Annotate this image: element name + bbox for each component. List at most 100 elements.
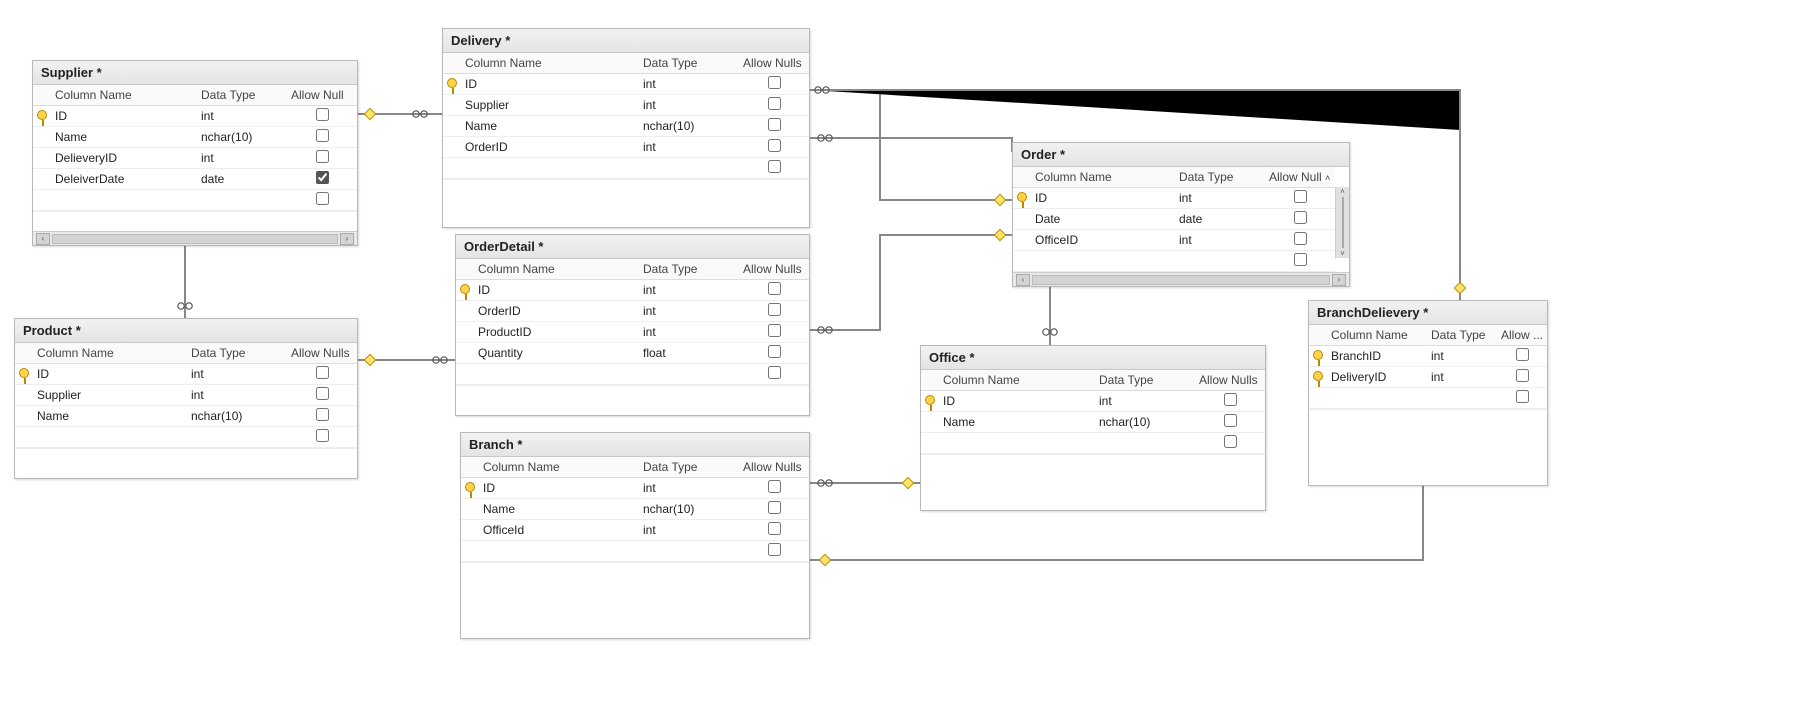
scroll-left-icon[interactable]: ‹ bbox=[1016, 274, 1030, 286]
table-office[interactable]: Office * Column Name Data Type Allow Nul… bbox=[920, 345, 1266, 511]
table-branchdelivery[interactable]: BranchDelievery * Column Name Data Type … bbox=[1308, 300, 1548, 486]
table-order[interactable]: Order * Column Name Data Type Allow Null… bbox=[1012, 142, 1350, 287]
empty-row[interactable] bbox=[1013, 251, 1335, 272]
col-header-type: Data Type bbox=[639, 53, 739, 74]
allow-nulls-checkbox[interactable] bbox=[768, 76, 781, 89]
table-delivery[interactable]: Delivery * Column Name Data Type Allow N… bbox=[442, 28, 810, 228]
empty-row[interactable] bbox=[15, 427, 357, 448]
table-orderdetail[interactable]: OrderDetail * Column Name Data Type Allo… bbox=[455, 234, 810, 416]
allow-nulls-checkbox[interactable] bbox=[768, 345, 781, 358]
column-row[interactable]: IDint bbox=[461, 478, 809, 499]
allow-nulls-checkbox[interactable] bbox=[1294, 232, 1307, 245]
table-title[interactable]: Branch * bbox=[461, 433, 809, 457]
empty-row[interactable] bbox=[921, 433, 1265, 454]
allow-nulls-checkbox[interactable] bbox=[1224, 393, 1237, 406]
table-title[interactable]: Supplier * bbox=[33, 61, 357, 85]
allow-nulls-checkbox[interactable] bbox=[316, 108, 329, 121]
column-row[interactable]: Quantityfloat bbox=[456, 343, 809, 364]
table-title[interactable]: BranchDelievery * bbox=[1309, 301, 1547, 325]
allow-nulls-cell bbox=[739, 74, 809, 95]
column-row[interactable]: OfficeIDint bbox=[1013, 230, 1335, 251]
column-row[interactable]: Namenchar(10) bbox=[921, 412, 1265, 433]
empty-row[interactable] bbox=[33, 190, 357, 211]
column-row[interactable]: Supplierint bbox=[15, 385, 357, 406]
allow-nulls-checkbox[interactable] bbox=[316, 129, 329, 142]
allow-nulls-checkbox[interactable] bbox=[316, 192, 329, 205]
horizontal-scrollbar[interactable]: ‹ › bbox=[33, 231, 357, 245]
allow-nulls-checkbox[interactable] bbox=[316, 387, 329, 400]
table-supplier[interactable]: Supplier * Column Name Data Type Allow N… bbox=[32, 60, 358, 246]
allow-nulls-checkbox[interactable] bbox=[1294, 211, 1307, 224]
allow-nulls-checkbox[interactable] bbox=[768, 366, 781, 379]
allow-nulls-checkbox[interactable] bbox=[768, 282, 781, 295]
column-row[interactable]: IDint bbox=[1013, 188, 1335, 209]
primary-key-cell bbox=[443, 137, 461, 158]
allow-nulls-checkbox[interactable] bbox=[768, 324, 781, 337]
allow-nulls-checkbox[interactable] bbox=[768, 139, 781, 152]
allow-nulls-checkbox[interactable] bbox=[1224, 414, 1237, 427]
table-title[interactable]: OrderDetail * bbox=[456, 235, 809, 259]
column-row[interactable]: Datedate bbox=[1013, 209, 1335, 230]
allow-nulls-checkbox[interactable] bbox=[1516, 390, 1529, 403]
vertical-scrollbar[interactable]: ˄˅ bbox=[1335, 187, 1349, 258]
column-row[interactable]: IDint bbox=[921, 391, 1265, 412]
column-row[interactable]: Namenchar(10) bbox=[443, 116, 809, 137]
allow-nulls-checkbox[interactable] bbox=[768, 303, 781, 316]
column-row[interactable]: Namenchar(10) bbox=[33, 127, 357, 148]
empty-row[interactable] bbox=[456, 364, 809, 385]
table-title[interactable]: Delivery * bbox=[443, 29, 809, 53]
allow-nulls-checkbox[interactable] bbox=[316, 150, 329, 163]
empty-row[interactable] bbox=[1309, 388, 1547, 409]
column-row[interactable]: Namenchar(10) bbox=[461, 499, 809, 520]
column-row[interactable]: IDint bbox=[443, 74, 809, 95]
table-branch[interactable]: Branch * Column Name Data Type Allow Nul… bbox=[460, 432, 810, 639]
column-row[interactable]: DeleiverDatedate bbox=[33, 169, 357, 190]
col-header-name: Column Name bbox=[33, 343, 187, 364]
allow-nulls-checkbox[interactable] bbox=[316, 429, 329, 442]
column-row[interactable]: ProductIDint bbox=[456, 322, 809, 343]
column-name: Name bbox=[33, 406, 187, 427]
column-row[interactable]: IDint bbox=[15, 364, 357, 385]
allow-nulls-checkbox[interactable] bbox=[1516, 369, 1529, 382]
allow-nulls-checkbox[interactable] bbox=[1224, 435, 1237, 448]
allow-nulls-checkbox[interactable] bbox=[768, 480, 781, 493]
column-type: date bbox=[197, 169, 287, 190]
allow-nulls-checkbox[interactable] bbox=[768, 501, 781, 514]
column-type: int bbox=[639, 322, 739, 343]
allow-nulls-checkbox[interactable] bbox=[1516, 348, 1529, 361]
column-row[interactable]: IDint bbox=[33, 106, 357, 127]
allow-nulls-checkbox[interactable] bbox=[768, 118, 781, 131]
allow-nulls-checkbox[interactable] bbox=[1294, 190, 1307, 203]
allow-nulls-checkbox[interactable] bbox=[316, 366, 329, 379]
column-row[interactable]: DelieveryIDint bbox=[33, 148, 357, 169]
column-type: int bbox=[639, 74, 739, 95]
empty-row[interactable] bbox=[443, 158, 809, 179]
column-row[interactable]: OfficeIdint bbox=[461, 520, 809, 541]
allow-nulls-checkbox[interactable] bbox=[768, 97, 781, 110]
table-product[interactable]: Product * Column Name Data Type Allow Nu… bbox=[14, 318, 358, 479]
allow-nulls-checkbox[interactable] bbox=[768, 543, 781, 556]
allow-nulls-cell bbox=[287, 364, 357, 385]
table-title[interactable]: Office * bbox=[921, 346, 1265, 370]
column-row[interactable]: DeliveryIDint bbox=[1309, 367, 1547, 388]
column-row[interactable]: Supplierint bbox=[443, 95, 809, 116]
column-type: nchar(10) bbox=[639, 499, 739, 520]
column-row[interactable]: OrderIDint bbox=[443, 137, 809, 158]
allow-nulls-checkbox[interactable] bbox=[1294, 253, 1307, 266]
table-title[interactable]: Product * bbox=[15, 319, 357, 343]
empty-row[interactable] bbox=[461, 541, 809, 562]
allow-nulls-checkbox[interactable] bbox=[316, 171, 329, 184]
scroll-right-icon[interactable]: › bbox=[340, 233, 354, 245]
table-title[interactable]: Order * bbox=[1013, 143, 1349, 167]
primary-key-cell bbox=[33, 169, 51, 190]
column-row[interactable]: IDint bbox=[456, 280, 809, 301]
allow-nulls-checkbox[interactable] bbox=[768, 160, 781, 173]
column-row[interactable]: Namenchar(10) bbox=[15, 406, 357, 427]
column-row[interactable]: BranchIDint bbox=[1309, 346, 1547, 367]
scroll-right-icon[interactable]: › bbox=[1332, 274, 1346, 286]
scroll-left-icon[interactable]: ‹ bbox=[36, 233, 50, 245]
allow-nulls-checkbox[interactable] bbox=[768, 522, 781, 535]
column-row[interactable]: OrderIDint bbox=[456, 301, 809, 322]
allow-nulls-checkbox[interactable] bbox=[316, 408, 329, 421]
horizontal-scrollbar[interactable]: ‹ › bbox=[1013, 272, 1349, 286]
